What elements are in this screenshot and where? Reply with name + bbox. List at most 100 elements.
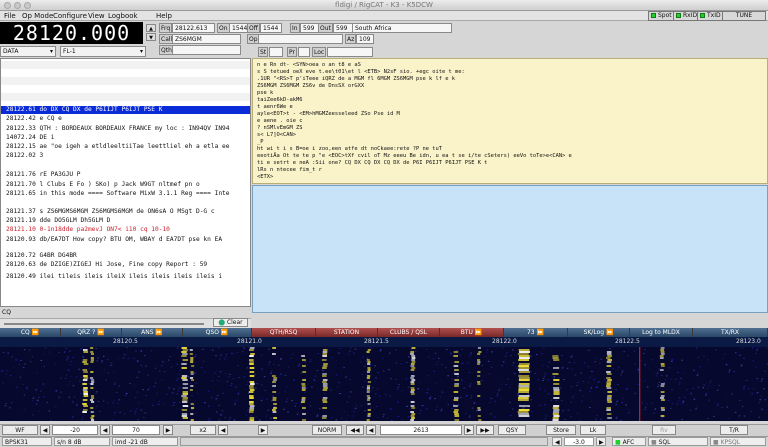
spot-indicator[interactable]: Spot: [648, 11, 675, 21]
window-controls[interactable]: [4, 2, 31, 9]
macro-qth-rsq-button[interactable]: QTH/RSQ: [252, 328, 316, 337]
rx-line[interactable]: 28121.76 rE PA3GJU P: [6, 171, 81, 179]
seek-right-icon[interactable]: ▶▶: [476, 425, 494, 435]
menu-logbook[interactable]: Logbook: [108, 11, 138, 21]
macro-cq-button[interactable]: CQ ⏩: [0, 328, 61, 337]
store-button[interactable]: Store: [546, 425, 576, 435]
sql-toggle[interactable]: ■ SQL: [648, 437, 708, 446]
transmit-receive-button[interactable]: T/R: [720, 425, 748, 435]
country-field[interactable]: South Africa: [352, 23, 452, 33]
signal-trace: [90, 407, 94, 409]
noise-pixel: [113, 400, 115, 402]
rx-line[interactable]: 28120.63 de DZIGE)ZIGEJ Hi Jose, Fine co…: [6, 261, 207, 269]
zoom-button[interactable]: x2: [190, 425, 216, 435]
lower-decrease-button[interactable]: ◀: [40, 425, 50, 435]
wf-mode-button[interactable]: WF: [2, 425, 38, 435]
transmit-text-pane[interactable]: [252, 185, 768, 313]
kpsql-toggle[interactable]: ■ KPSQL: [710, 437, 766, 446]
rx-line[interactable]: 28121.37 s ZS6MGMS6MGM ZS6MGMS6MGM de ON…: [6, 208, 215, 216]
rx-line[interactable]: 28121.65 in this mode ==== Software MixW…: [6, 190, 230, 198]
macro-qso-button[interactable]: QSO ⏩: [183, 328, 252, 337]
close-window-button[interactable]: [4, 2, 11, 9]
frequency-display[interactable]: 28120.000: [0, 22, 143, 44]
rst-out-field[interactable]: 599: [333, 23, 353, 33]
rx-line[interactable]: 28122.15 ae "oe igeh a etldleeltiiTae le…: [6, 143, 230, 151]
secondary-rx-pane[interactable]: n e Rn dt- <SYN>oea o an t8 e aS s S tet…: [252, 58, 768, 184]
op-name-field[interactable]: [258, 34, 343, 44]
step-left-icon[interactable]: ◀: [366, 425, 376, 435]
qsy-button[interactable]: QSY: [498, 425, 526, 435]
speed-button[interactable]: NORM: [312, 425, 342, 435]
reverse-button[interactable]: Rv: [652, 425, 676, 435]
range-increase-button[interactable]: ▶: [163, 425, 173, 435]
rx-line[interactable]: 28120.72 G4BR DG4BR: [6, 252, 77, 260]
qth-field[interactable]: [172, 45, 241, 55]
menu-op-mode[interactable]: Op Mode: [22, 11, 53, 21]
noise-pixel: [675, 378, 677, 380]
mode-status[interactable]: BPSK31: [2, 437, 52, 446]
menu-help[interactable]: Help: [156, 11, 172, 21]
locator-field[interactable]: [327, 47, 373, 57]
macro-station-button[interactable]: STATION: [316, 328, 378, 337]
macro-sk-log-button[interactable]: SK/Log ⏩: [568, 328, 630, 337]
rx-line[interactable]: 28122.02 3: [6, 152, 43, 160]
time-off-field[interactable]: 1544: [260, 23, 282, 33]
frq-field[interactable]: 28122.613: [172, 23, 215, 33]
seek-left-icon[interactable]: ◀◀: [346, 425, 364, 435]
scroll-down-icon[interactable]: ▼: [146, 33, 156, 41]
signal-trace: [301, 387, 306, 389]
rx-line[interactable]: 28122.33 QTH : BORDEAUX BORDEAUX FRANCE …: [6, 125, 230, 133]
rig-filter-select[interactable]: FL-1 ▾: [60, 46, 146, 57]
macro-log-mldx-button[interactable]: Log to MLDX: [630, 328, 693, 337]
range-decrease-button[interactable]: ◀: [100, 425, 110, 435]
waterfall-display[interactable]: [0, 347, 768, 421]
call-field[interactable]: ZS6MGM: [172, 34, 241, 44]
zoom-left-icon[interactable]: ◀: [218, 425, 228, 435]
noise-pixel: [677, 400, 680, 402]
signal-trace: [410, 381, 415, 383]
macro-qrz-button[interactable]: QRZ ? ⏩: [61, 328, 122, 337]
audio-frequency-field[interactable]: 2613: [380, 425, 462, 435]
lower-field[interactable]: -20: [52, 425, 98, 435]
squelch-up-icon[interactable]: ▶: [596, 437, 606, 446]
rx-line-selected[interactable]: 28122.61 do DX CQ DX de P6IIJT P6IJT PSE…: [1, 106, 250, 114]
pane-slider[interactable]: [4, 323, 204, 325]
province-field[interactable]: [298, 47, 310, 57]
rig-mode-select[interactable]: DATA ▾: [0, 46, 56, 57]
noise-pixel: [293, 379, 295, 381]
rx-line[interactable]: 28120.93 db/EA7DT How copy? BTU OM, WBAY…: [6, 236, 222, 244]
macro-73-button[interactable]: 73 ⏩: [504, 328, 568, 337]
waterfall-canvas[interactable]: [0, 347, 768, 421]
rx-line[interactable]: 28122.42 e CQ e: [6, 115, 62, 123]
menu-configure[interactable]: Configure: [53, 11, 87, 21]
rx-line[interactable]: 28121.19 dde DO5GLM Dh5GLM D: [6, 217, 110, 225]
rx-line-red[interactable]: 28121.10 0-1n18dde pa2mevJ ON7< i10 cq 1…: [6, 226, 170, 234]
afc-toggle[interactable]: ■ AFC: [612, 437, 646, 446]
macro-clubs-qsl-button[interactable]: CLUBS / QSL: [378, 328, 440, 337]
txid-indicator[interactable]: TxID: [697, 11, 724, 21]
zoom-right-icon[interactable]: ▶: [258, 425, 268, 435]
squelch-down-icon[interactable]: ◀: [552, 437, 562, 446]
noise-pixel: [142, 389, 144, 391]
scroll-up-icon[interactable]: ▲: [146, 24, 156, 32]
state-field[interactable]: [269, 47, 283, 57]
minimize-window-button[interactable]: [14, 2, 21, 9]
step-right-icon[interactable]: ▶: [464, 425, 474, 435]
tune-button[interactable]: TUNE: [722, 11, 766, 21]
zoom-window-button[interactable]: [24, 2, 31, 9]
macro-ans-button[interactable]: ANS ⏩: [122, 328, 183, 337]
clear-button[interactable]: ⬤ Clear: [213, 318, 248, 327]
rx-line[interactable]: 28121.70 l Clubs E Fo ) SKo) p Jack W9GT…: [6, 181, 200, 189]
menu-view[interactable]: View: [88, 11, 105, 21]
menu-file[interactable]: File: [4, 11, 16, 21]
squelch-level-field[interactable]: -3.0: [564, 437, 594, 446]
lock-button[interactable]: Lk: [580, 425, 606, 435]
azimuth-field[interactable]: 109: [356, 34, 374, 44]
tx-rx-button[interactable]: TX/RX: [693, 328, 768, 337]
signal-trace: [553, 405, 560, 407]
macro-btu-button[interactable]: BTU ⏩: [440, 328, 504, 337]
range-field[interactable]: 70: [112, 425, 160, 435]
rx-line[interactable]: 28120.49 ilei tileis ileis ileiX ileis i…: [6, 273, 222, 281]
rx-line[interactable]: 14072.24 DE i: [6, 134, 54, 142]
receive-text-pane[interactable]: 28122.61 do DX CQ DX de P6IIJT P6IJT PSE…: [0, 58, 251, 307]
